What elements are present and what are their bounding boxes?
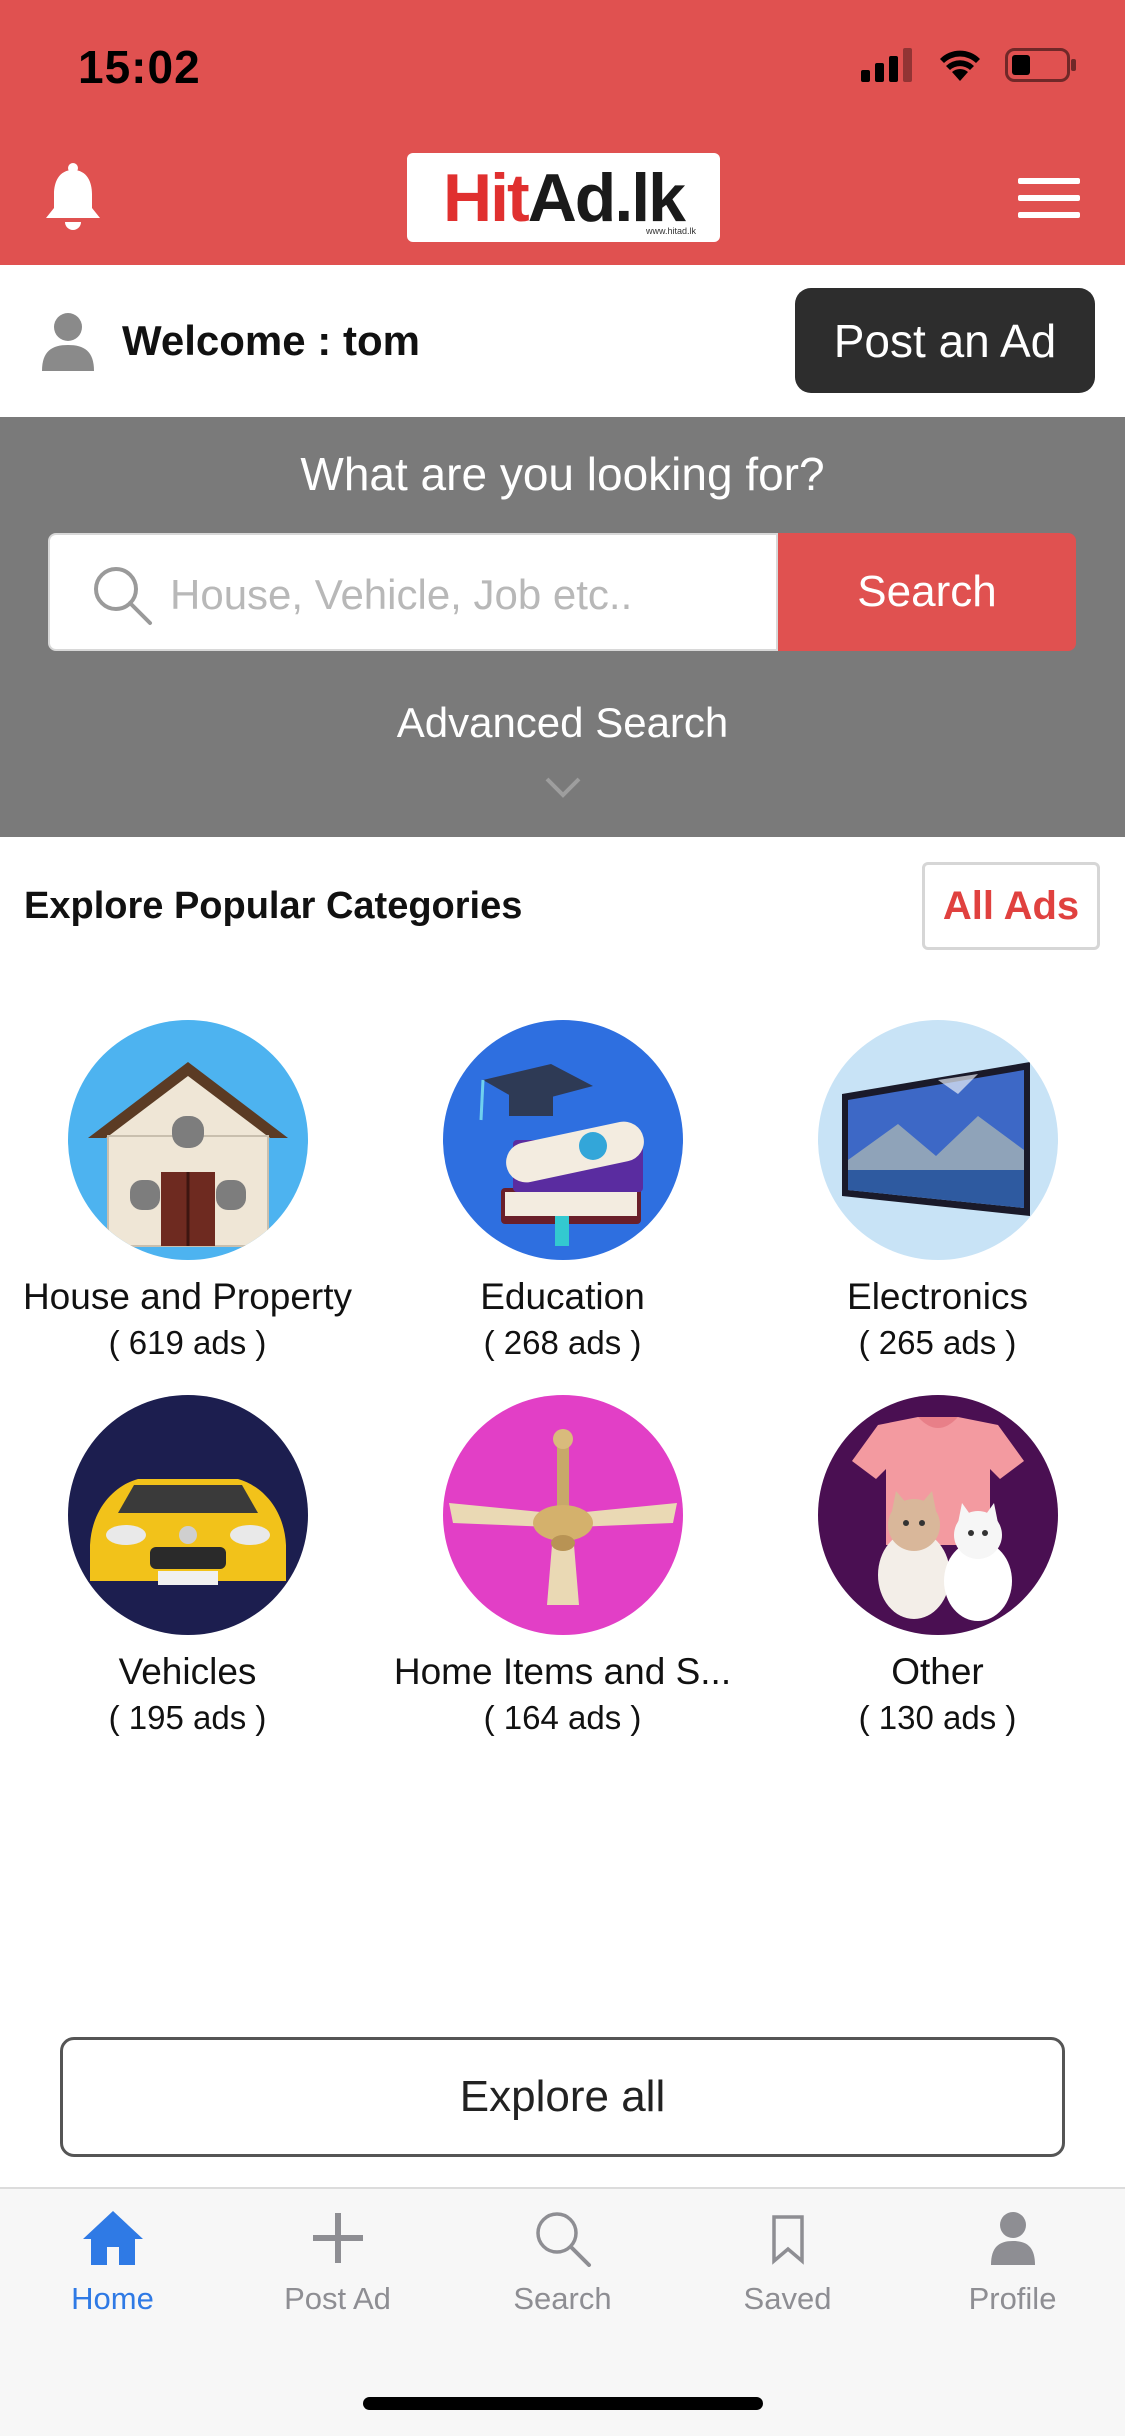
category-count: ( 164 ads )	[483, 1699, 642, 1736]
welcome-bar: Welcome : tom Post an Ad	[0, 265, 1125, 417]
tab-home[interactable]: Home	[0, 2209, 225, 2317]
category-name: Electronics	[847, 1276, 1028, 1317]
category-count: ( 265 ads )	[858, 1324, 1017, 1361]
post-an-ad-button[interactable]: Post an Ad	[795, 288, 1095, 393]
tab-label: Saved	[743, 2281, 832, 2316]
all-ads-button[interactable]: All Ads	[922, 862, 1100, 950]
home-indicator	[363, 2397, 763, 2410]
category-name: Other	[891, 1651, 984, 1692]
profile-icon	[990, 2212, 1035, 2265]
category-name: House and Property	[22, 1276, 353, 1317]
logo-subtitle: www.hitad.lk	[645, 226, 696, 236]
advanced-search-link[interactable]: Advanced Search	[0, 699, 1125, 747]
hitad-logo[interactable]: HitAd.lk www.hitad.lk	[407, 153, 720, 242]
tab-label: Post Ad	[284, 2281, 391, 2316]
status-time: 15:02	[78, 41, 201, 93]
tab-label: Search	[513, 2281, 612, 2316]
television-icon	[817, 1020, 1058, 1260]
signal-icon	[861, 48, 912, 82]
category-count: ( 268 ads )	[483, 1324, 642, 1361]
graduation-books-icon	[442, 1020, 683, 1260]
category-house-and-property[interactable]: House and Property ( 619 ads )	[0, 1020, 375, 1362]
bell-icon[interactable]	[42, 162, 104, 232]
search-title: What are you looking for?	[300, 448, 825, 500]
status-icons	[861, 48, 1077, 82]
logo-rest-text: Ad.lk	[527, 159, 686, 236]
category-electronics[interactable]: Electronics ( 265 ads )	[750, 1020, 1125, 1362]
category-name: Vehicles	[118, 1651, 257, 1692]
search-input[interactable]: House, Vehicle, Job etc..	[48, 533, 778, 651]
battery-icon	[1005, 48, 1076, 82]
category-count: ( 195 ads )	[108, 1699, 267, 1736]
logo-hit-text: Hit	[443, 159, 530, 236]
user-icon	[42, 313, 94, 371]
category-vehicles[interactable]: Vehicles ( 195 ads )	[0, 1395, 375, 1737]
category-other[interactable]: Other ( 130 ads )	[750, 1395, 1125, 1737]
home-icon	[82, 2211, 143, 2265]
tab-saved[interactable]: Saved	[675, 2209, 900, 2317]
ceiling-fan-icon	[442, 1395, 683, 1635]
search-placeholder: House, Vehicle, Job etc..	[170, 571, 633, 618]
category-count: ( 619 ads )	[108, 1324, 267, 1361]
tab-profile[interactable]: Profile	[900, 2209, 1125, 2317]
tab-label: Home	[71, 2281, 154, 2316]
welcome-text: Welcome : tom	[122, 317, 420, 364]
cats-shirt-icon	[817, 1395, 1058, 1635]
plus-icon	[312, 2213, 363, 2263]
wifi-icon	[940, 50, 980, 81]
tab-search[interactable]: Search	[450, 2209, 675, 2317]
categories-heading: Explore Popular Categories	[24, 885, 523, 927]
category-education[interactable]: Education ( 268 ads )	[375, 1020, 750, 1362]
chevron-down-icon[interactable]	[544, 775, 582, 799]
tab-post-ad[interactable]: Post Ad	[225, 2209, 450, 2317]
category-count: ( 130 ads )	[858, 1699, 1017, 1736]
car-icon	[67, 1395, 308, 1635]
bookmark-icon	[771, 2215, 804, 2265]
app-header: 15:02 HitAd.lk www.hitad.lk	[0, 0, 1125, 265]
search-icon	[94, 567, 152, 625]
category-name: Home Items and S...	[393, 1651, 732, 1692]
search-button[interactable]: Search	[778, 533, 1076, 651]
tab-label: Profile	[968, 2281, 1057, 2316]
category-home-items[interactable]: Home Items and S... ( 164 ads )	[375, 1395, 750, 1737]
search-panel: What are you looking for? House, Vehicle…	[0, 417, 1125, 837]
explore-all-button[interactable]: Explore all	[60, 2037, 1065, 2157]
search-icon	[535, 2212, 591, 2267]
hamburger-menu-icon[interactable]	[1018, 178, 1080, 218]
house-icon	[67, 1020, 308, 1260]
category-name: Education	[480, 1276, 645, 1317]
